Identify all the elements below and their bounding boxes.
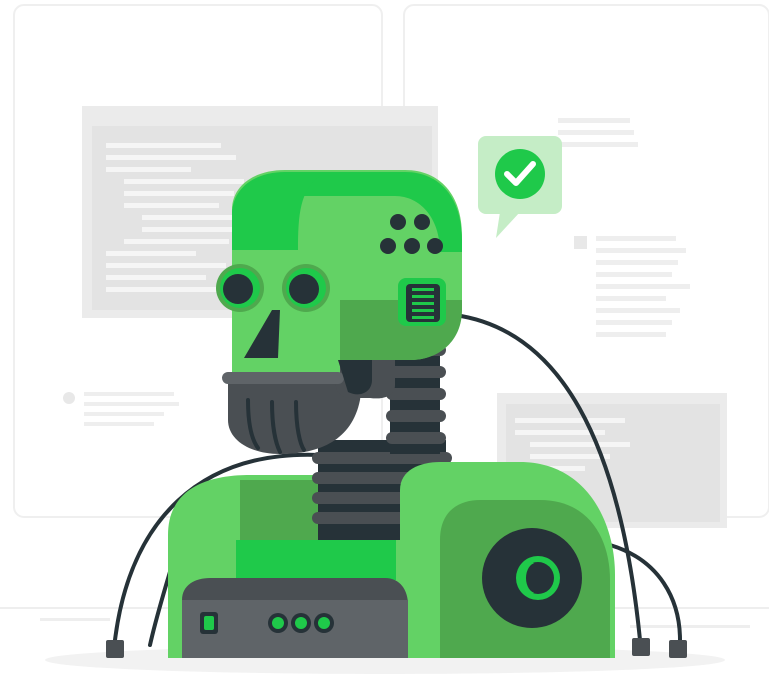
text-lines-right-top [558, 118, 638, 147]
robot-eye-left [216, 264, 264, 312]
illustration-scene [0, 0, 769, 678]
robot-illustration [0, 4, 769, 674]
robot-shoulder [400, 462, 615, 658]
check-icon [495, 149, 545, 199]
robot-eye-right [282, 264, 330, 312]
robot-control-panel [182, 578, 408, 658]
robot-speaker-grill [398, 278, 446, 326]
